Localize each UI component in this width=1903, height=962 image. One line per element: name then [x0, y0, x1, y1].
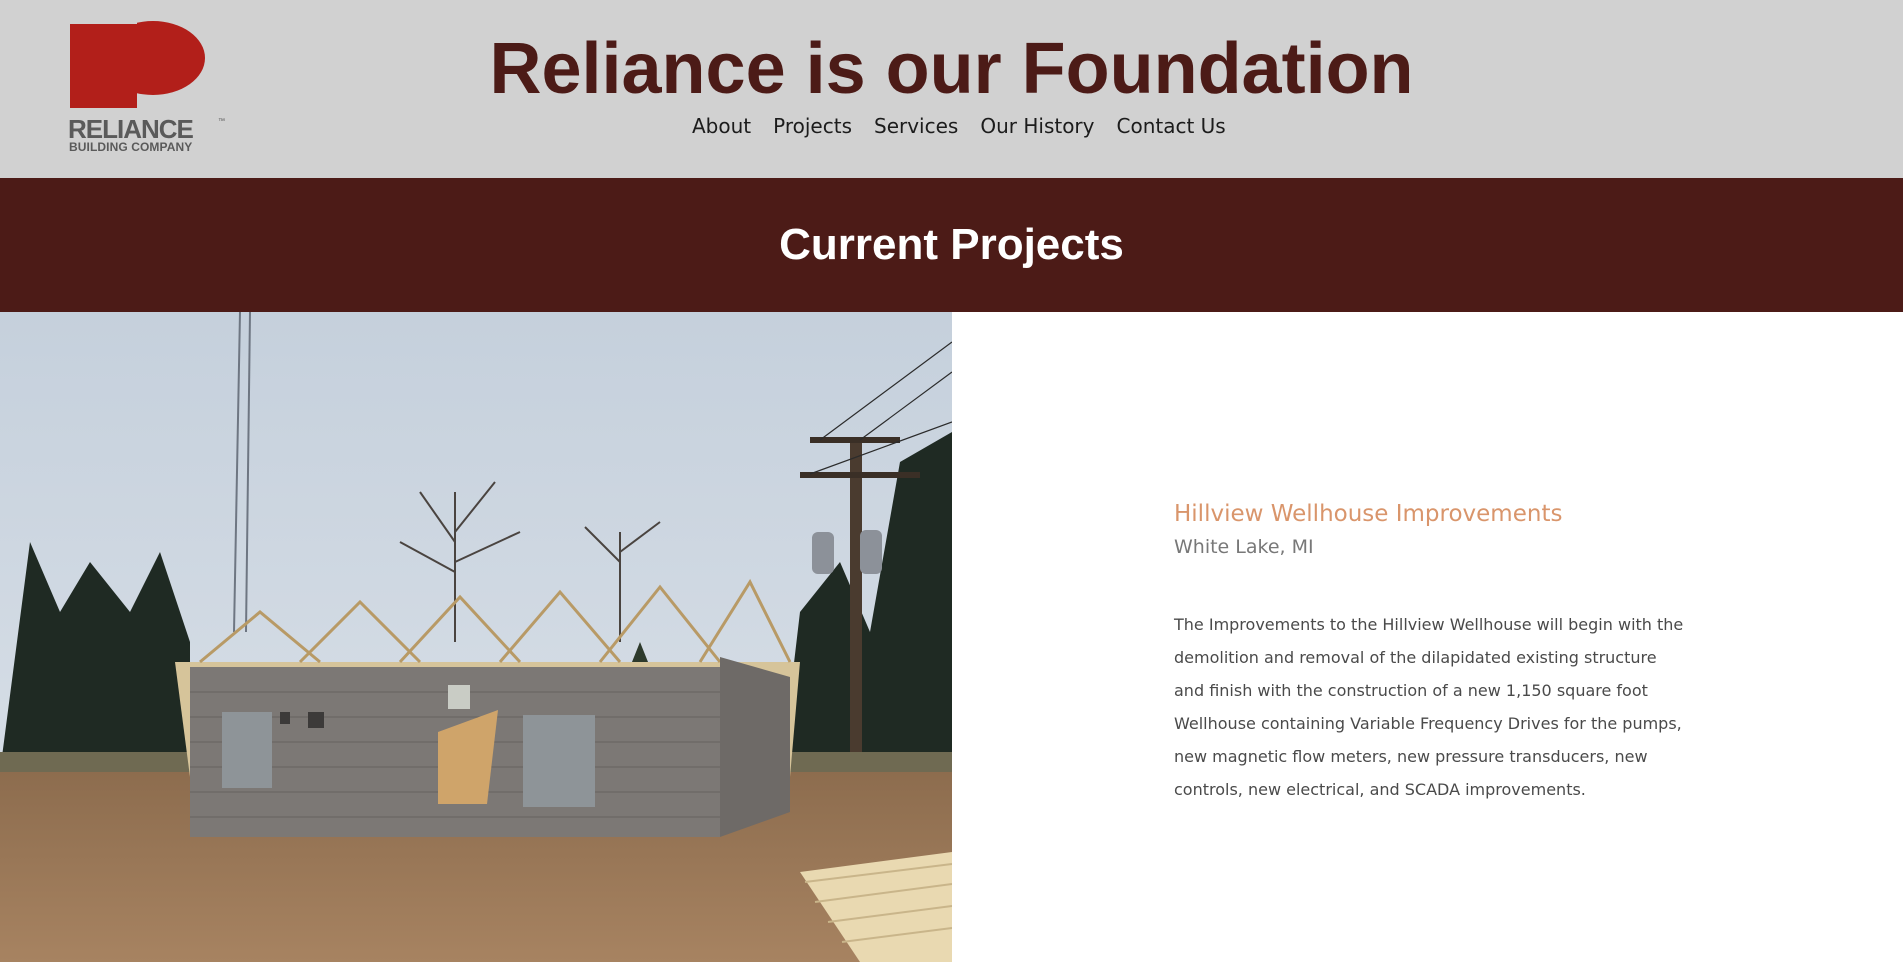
project-description: The Improvements to the Hillview Wellhou…	[1174, 615, 1684, 799]
wellhouse-construction-image	[0, 312, 952, 962]
logo-subtitle: BUILDING COMPANY	[69, 140, 193, 154]
project-photo	[0, 312, 952, 962]
section-banner: Current Projects	[0, 178, 1903, 312]
nav-services[interactable]: Services	[863, 110, 969, 142]
project-info: Hillview Wellhouse Improvements White La…	[1174, 496, 1684, 806]
project-location: White Lake, MI	[1174, 536, 1314, 558]
logo-trademark: ™	[218, 118, 225, 125]
nav-about[interactable]: About	[681, 110, 762, 142]
section-title: Current Projects	[779, 220, 1124, 269]
nav-contact-us[interactable]: Contact Us	[1106, 110, 1237, 142]
logo-wordmark: RELIANCE	[68, 114, 194, 144]
site-header: RELIANCE ™ BUILDING COMPANY Reliance is …	[0, 0, 1903, 178]
main-nav: About Projects Services Our History Cont…	[681, 110, 1237, 142]
project-title: Hillview Wellhouse Improvements	[1174, 501, 1563, 527]
site-title: Reliance is our Foundation	[0, 28, 1903, 110]
nav-our-history[interactable]: Our History	[969, 110, 1105, 142]
nav-projects[interactable]: Projects	[762, 110, 863, 142]
site-title-text: Reliance is our Foundation	[489, 29, 1414, 109]
